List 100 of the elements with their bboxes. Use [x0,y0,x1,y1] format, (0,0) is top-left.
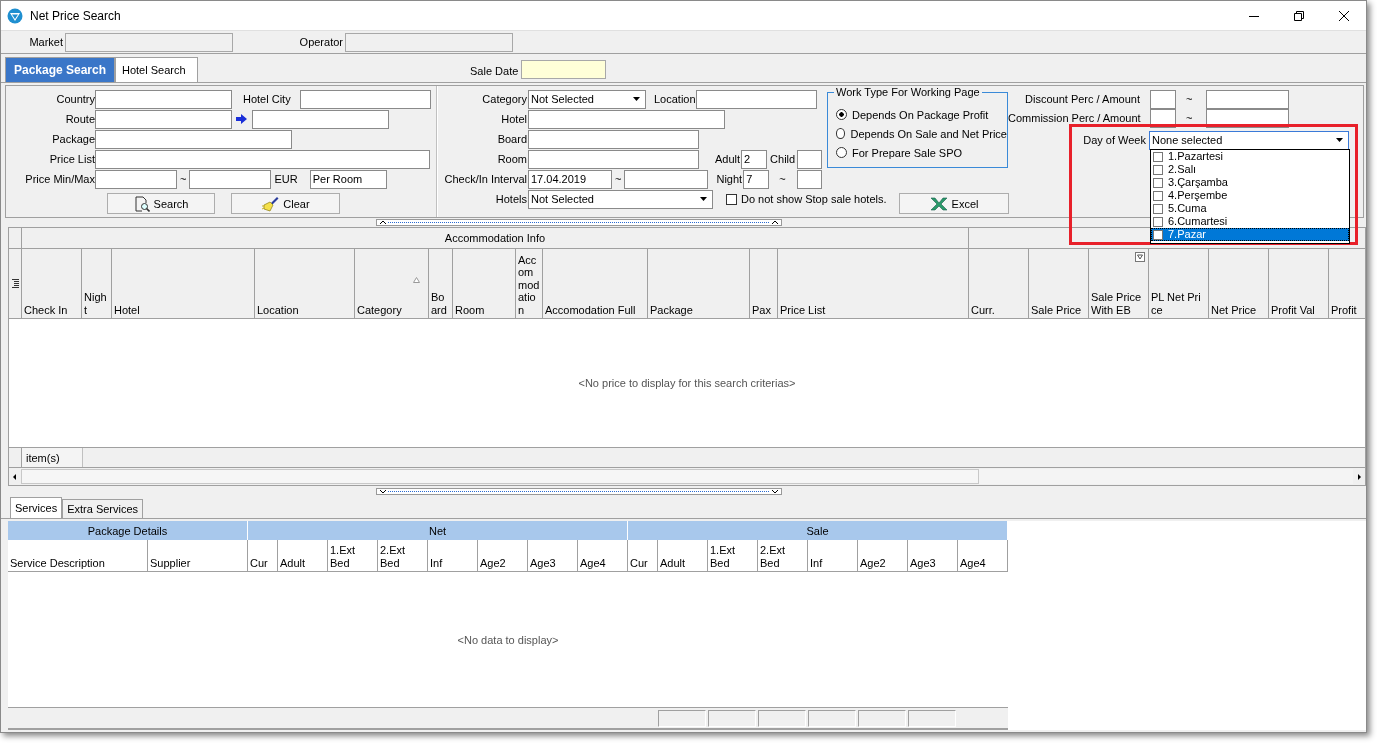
dropdown-option[interactable]: 4.Perşembe [1151,189,1349,202]
dropdown-caret-icon [1336,138,1343,142]
column-header[interactable]: Sale Price With EB [1089,249,1149,318]
dropdown-option[interactable]: 1.Pazartesi [1151,150,1349,163]
column-header[interactable]: Check In [22,249,82,318]
tab[interactable]: Services [10,497,63,518]
column-header[interactable]: Hotel [112,249,255,318]
checkbox[interactable] [1153,203,1163,214]
category-dropdown[interactable]: Not Selected [528,89,646,109]
input-field[interactable] [189,169,272,189]
radio-button[interactable] [836,128,846,139]
date-field[interactable] [624,169,709,189]
date-field[interactable] [521,60,607,79]
column-header[interactable]: Age4 [958,540,1008,571]
field-label: Adult [715,153,741,165]
column-header[interactable]: Service Description [8,540,148,571]
input-field[interactable] [797,149,823,169]
column-header[interactable]: Cur [248,540,278,571]
checkbox[interactable] [1153,164,1163,175]
input-field[interactable] [299,89,431,109]
input-field[interactable] [528,149,699,169]
column-header[interactable]: 2.Ext Bed [758,540,808,571]
input-field[interactable] [1206,89,1290,109]
splitter-handle[interactable] [376,488,782,495]
column-header[interactable]: Age3 [528,540,578,571]
column-header[interactable]: Location [255,249,355,318]
column-header[interactable]: Accomodation Full [543,249,648,318]
column-header[interactable]: Curr. [969,249,1029,318]
column-header[interactable]: Board [429,249,453,318]
column-header[interactable]: Profit Val [1269,249,1329,318]
input-field[interactable] [528,109,725,129]
checkbox[interactable] [1153,216,1163,227]
column-chooser-icon[interactable] [11,279,19,288]
checkbox[interactable] [1153,151,1163,162]
band-header: Sale [628,521,1008,540]
checkbox[interactable] [726,193,737,205]
tab[interactable]: Package Search [5,57,115,82]
input-field[interactable]: 7 [743,169,770,189]
column-header[interactable]: 2.Ext Bed [378,540,428,571]
dropdown-option[interactable]: 3.Çarşamba [1151,176,1349,189]
search-button[interactable]: Search [107,193,215,214]
checkbox[interactable] [1153,177,1163,188]
input-field[interactable] [796,169,822,189]
column-header[interactable]: Package [648,249,750,318]
checkbox[interactable] [1153,229,1163,240]
column-header[interactable]: Age2 [858,540,908,571]
dropdown-option[interactable]: 2.Salı [1151,163,1349,176]
dropdown-option[interactable]: 6.Cumartesi [1151,215,1349,228]
column-header[interactable]: Room [453,249,516,318]
column-header[interactable]: Profit [1329,249,1365,318]
restore-icon [1293,10,1304,21]
tab[interactable]: Extra Services [62,499,144,518]
excel-button[interactable]: Excel [899,193,1009,214]
dropdown-option[interactable]: 7.Pazar [1151,228,1349,241]
field-label: Market [28,36,63,48]
input-field[interactable] [252,109,389,129]
column-header[interactable]: Price List [778,249,969,318]
column-header[interactable]: Category [355,249,429,318]
input-field[interactable]: 2 [741,149,768,169]
input-field[interactable] [65,32,233,52]
radio-button[interactable] [836,147,847,158]
column-header[interactable]: Inf [808,540,858,571]
column-header[interactable]: Net Price [1209,249,1269,318]
input-field[interactable] [695,89,817,109]
radio-button[interactable] [836,109,847,120]
horizontal-scrollbar[interactable] [9,468,1365,485]
input-field[interactable] [95,89,232,109]
input-field[interactable] [95,109,232,129]
dropdown-option[interactable]: 5.Cuma [1151,202,1349,215]
checkbox[interactable] [1153,190,1163,201]
column-header[interactable]: PL Net Price [1149,249,1209,318]
column-header[interactable]: Age3 [908,540,958,571]
clear-button[interactable]: Clear [231,193,340,214]
date-field[interactable]: 17.04.2019 [528,169,612,189]
input-field[interactable] [95,149,430,169]
column-header[interactable]: Adult [658,540,708,571]
filter-icon[interactable] [1135,252,1145,262]
input-field[interactable] [345,32,513,52]
input-field[interactable]: Per Room [309,169,387,189]
column-header[interactable]: Accommodation [516,249,543,318]
input-field[interactable] [95,169,177,189]
column-header[interactable]: Sale Price [1029,249,1089,318]
column-header[interactable]: Cur [628,540,658,571]
input-field[interactable] [528,129,699,149]
column-header[interactable]: 1.Ext Bed [708,540,758,571]
hotels-dropdown[interactable]: Not Selected [528,189,713,209]
tab[interactable]: Hotel Search [115,57,198,82]
column-header[interactable]: Supplier [148,540,248,571]
column-header[interactable]: Age2 [478,540,528,571]
range-separator: ~ [1186,112,1193,124]
input-field[interactable] [95,129,292,149]
column-header[interactable]: Adult [278,540,328,571]
column-header[interactable]: Pax [750,249,778,318]
splitter-handle[interactable] [376,219,782,226]
day-of-week-dropdown[interactable]: None selected [1149,130,1349,150]
input-field[interactable] [1150,89,1176,109]
column-header[interactable]: 1.Ext Bed [328,540,378,571]
column-header[interactable]: Age4 [578,540,628,571]
column-header[interactable]: Night [82,249,112,318]
column-header[interactable]: Inf [428,540,478,571]
